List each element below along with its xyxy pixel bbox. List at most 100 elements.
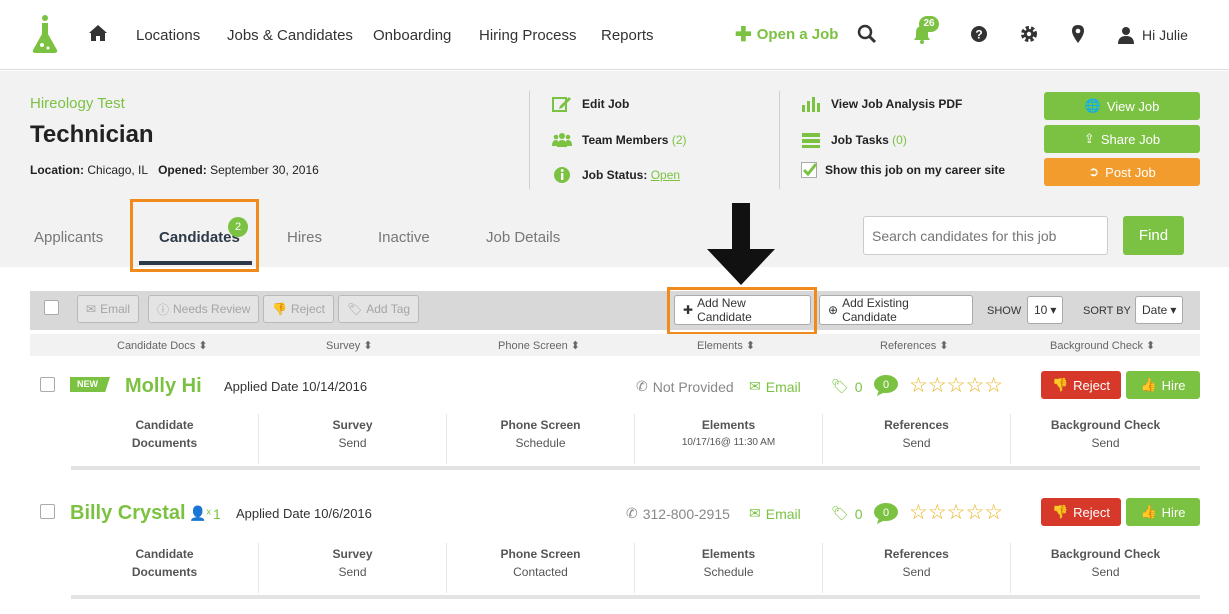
search-icon[interactable]: [857, 24, 877, 44]
reject-bulk-button[interactable]: 👎 Reject: [263, 295, 334, 323]
step-background-check[interactable]: Background Check Send: [1011, 543, 1200, 593]
home-icon[interactable]: [88, 24, 108, 42]
rating-stars[interactable]: ☆☆☆☆☆: [909, 373, 1003, 398]
hire-button[interactable]: 👍 Hire: [1126, 498, 1200, 526]
sort-icon: ⬍: [939, 340, 949, 352]
tab-job-details[interactable]: Job Details: [486, 229, 560, 246]
step-title: Candidate Documents: [131, 418, 198, 450]
sort-by-select[interactable]: Date ▾: [1135, 296, 1184, 324]
candidate-checkbox[interactable]: [40, 377, 55, 392]
step-references[interactable]: References Send: [823, 414, 1011, 464]
open-a-job-link[interactable]: ✚ Open a Job: [735, 23, 838, 46]
nav-hiring-process[interactable]: Hiring Process: [479, 27, 577, 44]
nav-locations[interactable]: Locations: [136, 27, 200, 44]
share-job-button[interactable]: ⇪ Share Job: [1044, 125, 1200, 153]
step-survey[interactable]: Survey Send: [259, 543, 447, 593]
column-header-survey[interactable]: Survey ⬍: [326, 339, 373, 352]
view-job-analysis-link[interactable]: View Job Analysis PDF: [801, 95, 962, 113]
comment-count: 0: [883, 379, 889, 391]
divider: [779, 91, 780, 189]
step-phone-screen[interactable]: Phone Screen Schedule: [447, 414, 635, 464]
thumbs-down-icon: 👎: [1051, 377, 1069, 392]
add-existing-candidate-label: Add Existing Candidate: [842, 296, 909, 324]
step-value: Send: [902, 565, 931, 579]
step-title: Background Check: [1050, 418, 1161, 432]
column-label: Phone Screen: [498, 340, 568, 352]
step-survey[interactable]: Survey Send: [259, 414, 447, 464]
view-job-analysis-label: View Job Analysis PDF: [831, 97, 963, 111]
nav-reports[interactable]: Reports: [601, 27, 654, 44]
info-circle-icon: ⓘ: [157, 302, 170, 317]
column-header-references[interactable]: References ⬍: [880, 339, 949, 352]
user-menu[interactable]: Hi Julie: [1118, 26, 1188, 44]
reject-button[interactable]: 👎 Reject: [1041, 371, 1121, 399]
reject-button[interactable]: 👎 Reject: [1041, 498, 1121, 526]
tab-applicants[interactable]: Applicants: [34, 229, 103, 246]
column-header-phone-screen[interactable]: Phone Screen ⬍: [498, 339, 580, 352]
step-references[interactable]: References Send: [823, 543, 1011, 593]
candidate-toolbar: ✉ Email ⓘ Needs Review 👎 Reject 🏷 Add Ta…: [30, 291, 1200, 330]
add-existing-candidate-button[interactable]: ⊕ Add Existing Candidate: [819, 295, 973, 325]
plus-icon: ✚: [735, 23, 752, 46]
needs-review-button[interactable]: ⓘ Needs Review: [148, 295, 260, 323]
rating-stars[interactable]: ☆☆☆☆☆: [909, 500, 1003, 525]
sort-icon: ⬍: [570, 340, 580, 352]
envelope-icon: ✉: [749, 505, 761, 521]
add-tag-button[interactable]: 🏷 Add Tag: [338, 295, 420, 323]
referrals-indicator[interactable]: 👤ˣ 1: [189, 505, 221, 522]
candidate-name[interactable]: Billy Crystal: [70, 502, 186, 525]
step-value: Schedule: [703, 565, 754, 579]
post-job-button[interactable]: ➲ Post Job: [1044, 158, 1200, 186]
step-elements[interactable]: Elements Schedule: [635, 543, 823, 593]
page-size-select[interactable]: 10 ▾: [1027, 296, 1064, 324]
step-background-check[interactable]: Background Check Send: [1011, 414, 1200, 464]
view-job-button[interactable]: 🌐 View Job: [1044, 92, 1200, 120]
job-tasks-link[interactable]: Job Tasks (0): [801, 131, 907, 149]
tab-inactive[interactable]: Inactive: [378, 229, 430, 246]
candidate-name[interactable]: Molly Hi: [125, 375, 202, 398]
candidate-checkbox[interactable]: [40, 504, 55, 519]
post-job-label: Post Job: [1105, 164, 1156, 180]
team-members-link[interactable]: Team Members (2): [552, 131, 687, 149]
checkbox-checked-icon[interactable]: [801, 162, 817, 178]
comment-bubble-icon[interactable]: 0: [873, 502, 899, 524]
candidate-tags[interactable]: 🏷 0: [831, 378, 863, 395]
globe-icon: 🌐: [1084, 98, 1101, 113]
down-arrow-annotation-icon: [707, 203, 775, 285]
gear-icon[interactable]: [1019, 24, 1039, 44]
step-candidate-documents[interactable]: Candidate Documents: [71, 414, 259, 464]
column-header-elements[interactable]: Elements ⬍: [697, 339, 755, 352]
find-button[interactable]: Find: [1123, 216, 1184, 255]
step-elements[interactable]: Elements 10/17/16@ 11:30 AM: [635, 414, 823, 464]
step-candidate-documents[interactable]: Candidate Documents: [71, 543, 259, 593]
hire-button[interactable]: 👍 Hire: [1126, 371, 1200, 399]
tab-hires[interactable]: Hires: [287, 229, 322, 246]
job-opened-date: September 30, 2016: [210, 163, 319, 177]
user-icon: [1118, 27, 1134, 44]
nav-jobs-candidates[interactable]: Jobs & Candidates: [227, 27, 353, 44]
candidate-tags[interactable]: 🏷 0: [831, 505, 863, 522]
column-header-candidate-docs[interactable]: Candidate Docs ⬍: [117, 339, 208, 352]
search-plus-icon: ⊕: [828, 303, 839, 317]
career-site-toggle[interactable]: Show this job on my career site: [801, 162, 1005, 178]
location-pin-icon[interactable]: [1068, 24, 1088, 44]
job-title: Technician: [30, 121, 154, 148]
job-status-link[interactable]: Open: [651, 168, 680, 182]
email-button[interactable]: ✉ Email: [77, 295, 140, 323]
nav-onboarding[interactable]: Onboarding: [373, 27, 451, 44]
column-header-background-check[interactable]: Background Check ⬍: [1050, 339, 1155, 352]
comment-bubble-icon[interactable]: 0: [873, 374, 899, 396]
hireology-logo-icon[interactable]: [30, 14, 60, 54]
edit-job-link[interactable]: Edit Job: [552, 95, 629, 113]
help-icon[interactable]: ?: [969, 24, 989, 44]
candidate-email-link[interactable]: ✉ Email: [749, 505, 801, 522]
select-all-checkbox[interactable]: [44, 300, 59, 315]
user-greeting: Hi Julie: [1142, 27, 1188, 43]
candidate-search-input[interactable]: [863, 216, 1108, 255]
envelope-icon: ✉: [86, 302, 97, 316]
company-name[interactable]: Hireology Test: [30, 95, 125, 112]
candidate-email-link[interactable]: ✉ Email: [749, 378, 801, 395]
step-value: Send: [902, 436, 931, 450]
step-phone-screen[interactable]: Phone Screen Contacted: [447, 543, 635, 593]
thumbs-up-icon: 👍: [1140, 504, 1157, 519]
